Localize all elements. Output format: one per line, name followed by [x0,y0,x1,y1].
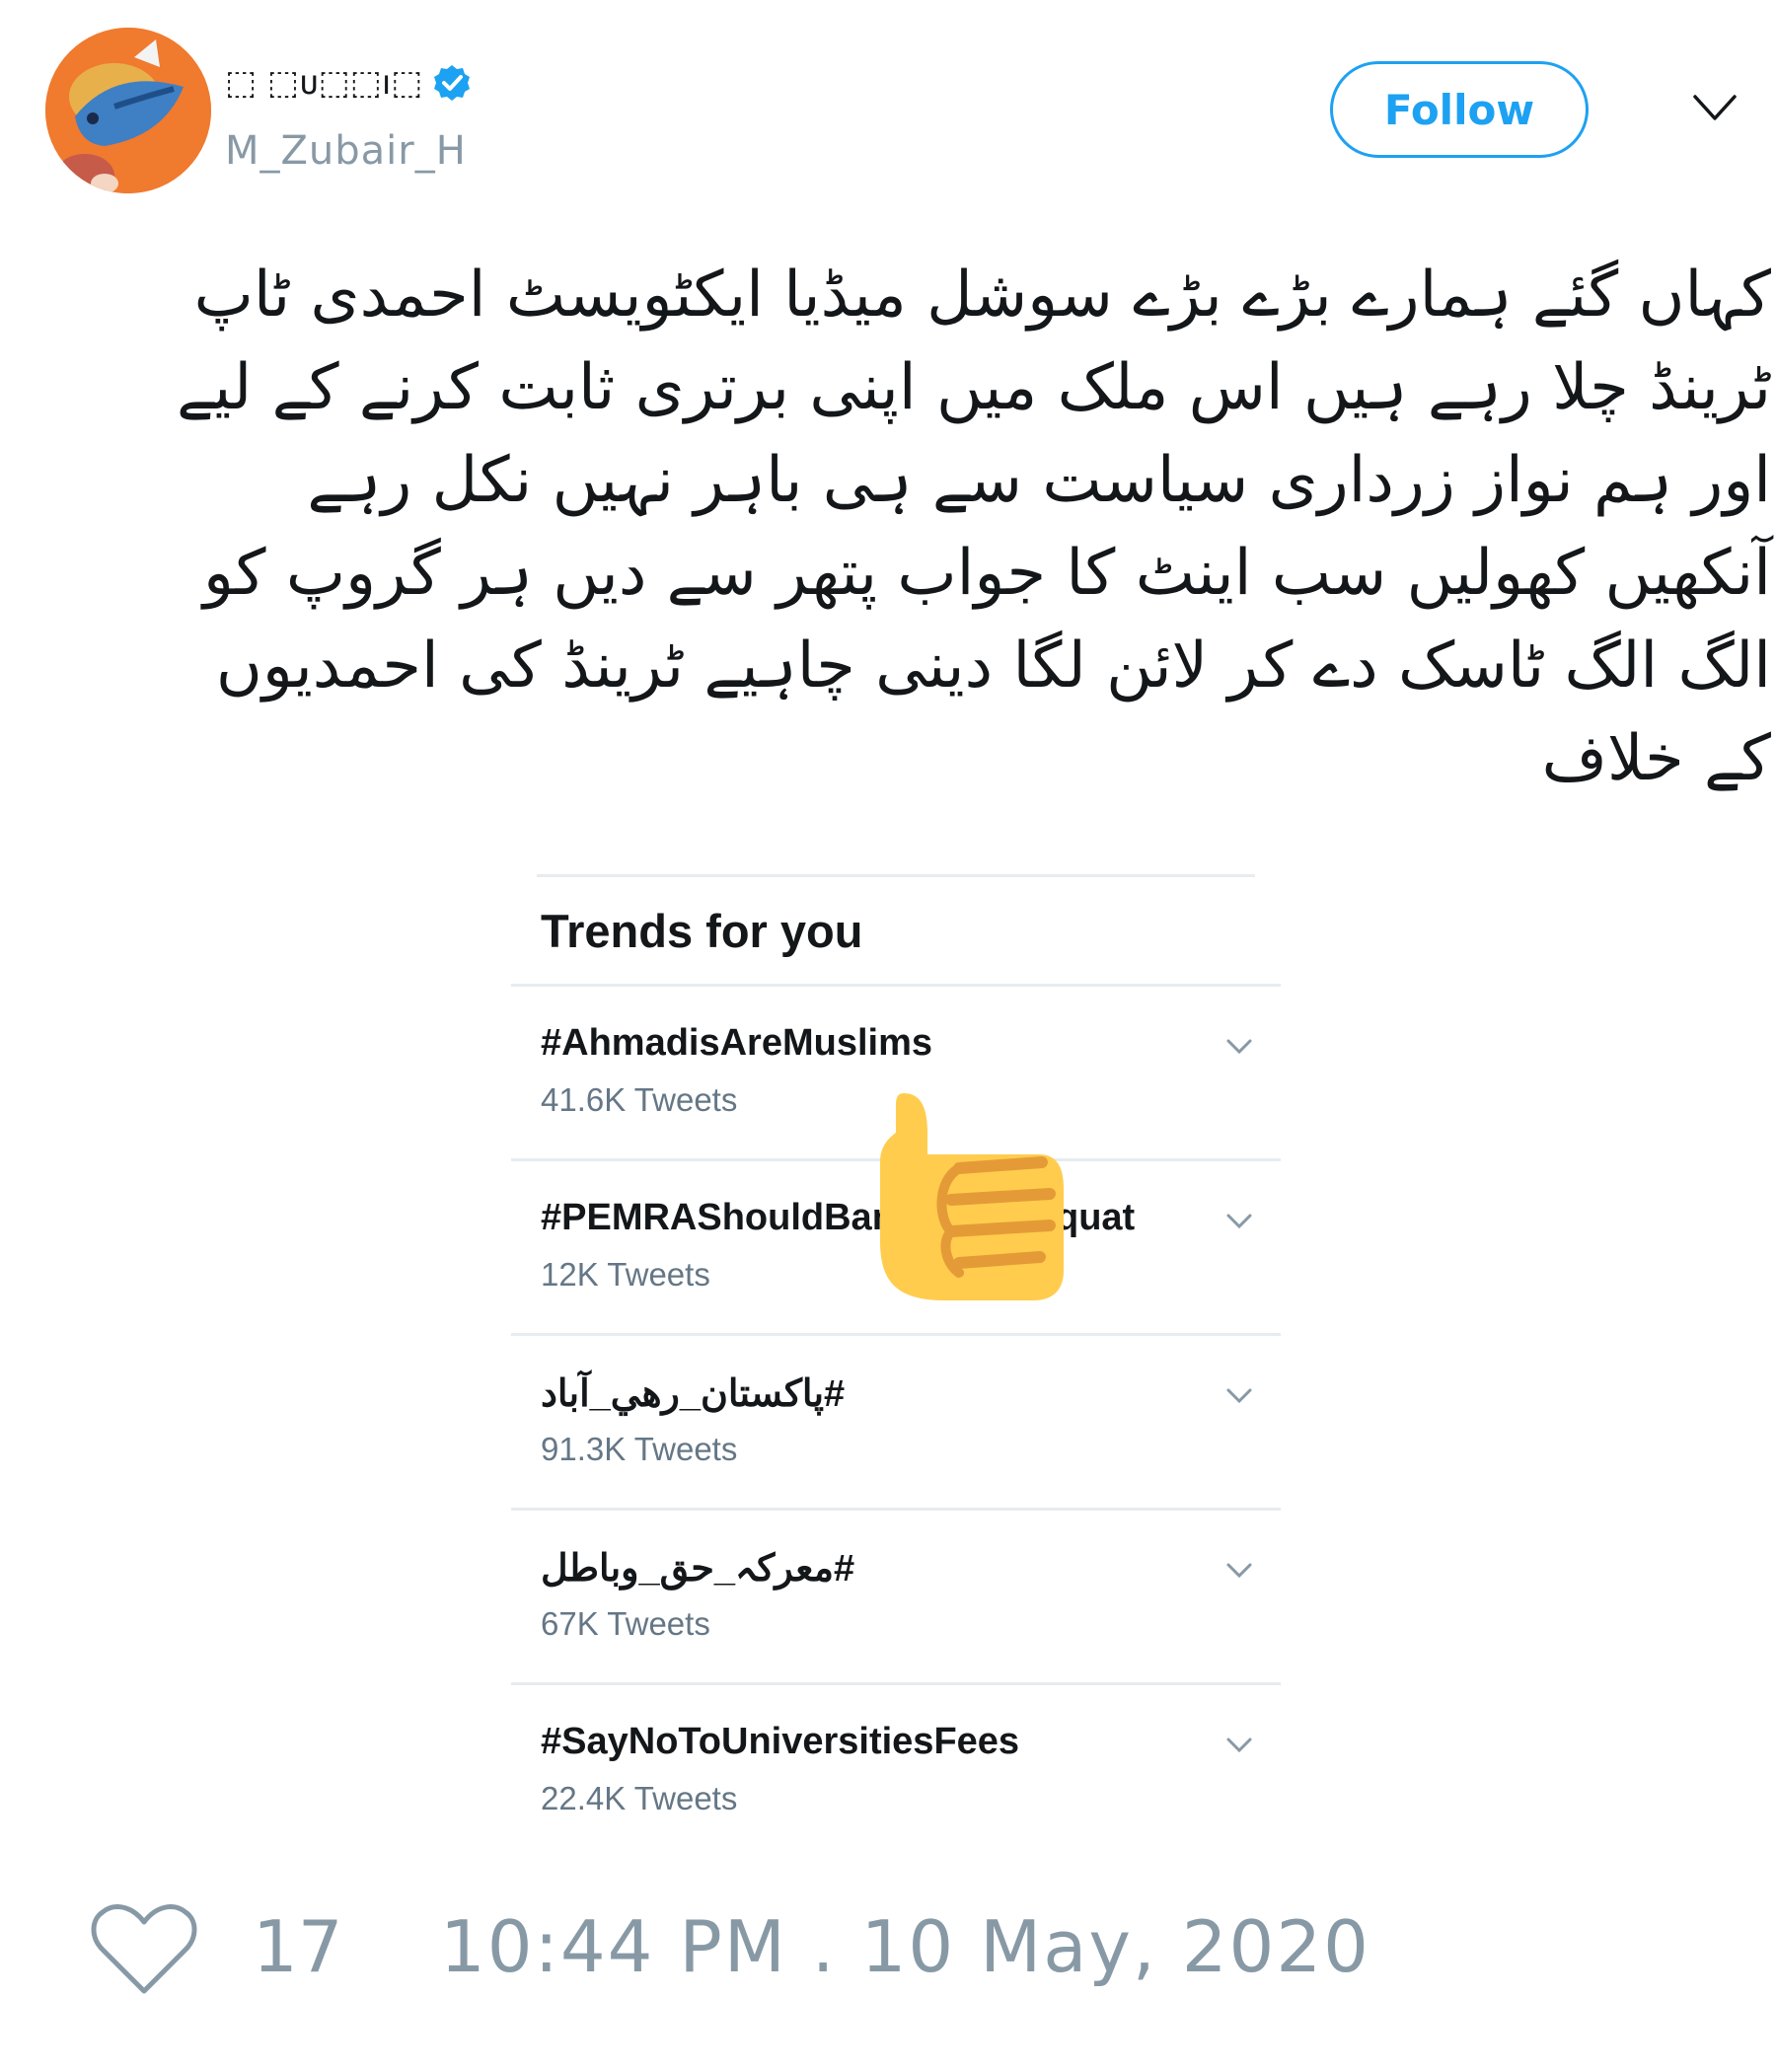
trends-title: Trends for you [541,905,863,957]
follow-button[interactable]: Follow [1330,61,1589,158]
trend-tag: #پاکستان_رهي_آباد [541,1373,846,1415]
tweet-line: اور ہم نواز زرداری سیاست سے ہی باہر نہیں… [307,444,1771,517]
tweet-line: الگ الگ ٹاسک دے کر لائن لگا دینی چاہیے ٹ… [215,629,1771,703]
divider [537,874,1255,877]
trend-count: 91.3K Tweets [541,1431,738,1467]
trend-tag: #PEMRAShouldBan [541,1197,895,1238]
trend-item: #معرکہ_حق_وباطل 67K Tweets [511,1508,1281,1682]
chevron-down-icon [1226,1388,1252,1404]
thumbs-up-emoji-icon [880,1093,1064,1300]
like-count: 17 [253,1905,343,1988]
chevron-down-icon [1226,1563,1252,1579]
chevron-down-icon [1226,1214,1252,1229]
trend-item: #SayNoToUniversitiesFees 22.4K Tweets [511,1682,1281,1857]
tweet-line: آنکھیں کھولیں سب اینٹ کا جواب پتھر سے دی… [202,537,1771,610]
embedded-trends-image[interactable]: Trends for you #AhmadisAreMuslims 41.6K … [511,868,1281,1835]
heart-icon[interactable] [91,1904,197,1997]
tweet-line: کے خلاف [1541,722,1771,795]
avatar[interactable] [45,28,211,193]
trend-count: 22.4K Tweets [541,1780,738,1816]
trend-count: 12K Tweets [541,1256,710,1293]
chevron-down-icon [1226,1738,1252,1753]
trend-tag-suffix: quat [1056,1197,1136,1238]
display-name[interactable]: ⬚ ⬚ᴜ⬚⬚ı⬚ [225,61,472,105]
chevron-down-icon[interactable] [1691,91,1739,124]
chevron-down-icon [1226,1039,1252,1055]
tweet-line: ٹرینڈ چلا رہے ہیں اس ملک میں اپنی برتری … [176,351,1771,424]
trend-count: 41.6K Tweets [541,1081,738,1118]
cartoon-bird-avatar-icon [45,28,211,193]
trend-tag: #SayNoToUniversitiesFees [541,1721,1020,1762]
trend-count: 67K Tweets [541,1605,710,1642]
trend-tag: #معرکہ_حق_وباطل [541,1548,855,1590]
tweet-text: کہاں گئے ہمارے بڑے بڑے سوشل میڈیا ایکٹوی… [59,249,1771,805]
verified-badge-icon [434,65,471,101]
user-handle[interactable]: M_Zubair_H [225,126,467,176]
trend-item: #پاکستان_رهي_آباد 91.3K Tweets [511,1333,1281,1508]
tweet-line: کہاں گئے ہمارے بڑے بڑے سوشل میڈیا ایکٹوی… [193,259,1771,332]
trend-tag: #AhmadisAreMuslims [541,1022,933,1064]
display-name-text: ⬚ ⬚ᴜ⬚⬚ı⬚ [225,63,423,103]
tweet-timestamp[interactable]: 10:44 PM . 10 May, 2020 [440,1902,1370,1991]
